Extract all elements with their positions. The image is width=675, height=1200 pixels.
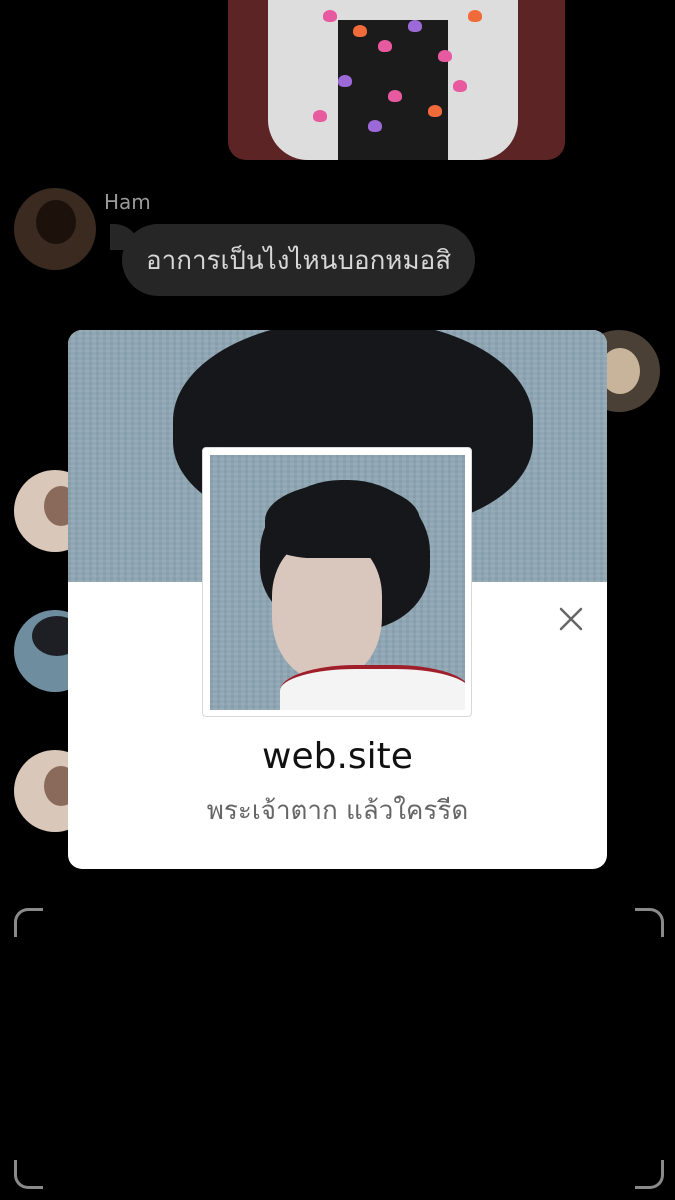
sender-avatar[interactable]: [14, 188, 96, 270]
heart-sticker: [323, 10, 337, 22]
profile-title: web.site: [262, 736, 413, 777]
profile-picture[interactable]: [210, 455, 465, 710]
profile-description: พระเจ้าตาก แล้วใครรีด: [206, 796, 469, 826]
shared-photo[interactable]: [228, 0, 565, 160]
cover-bangs: [208, 350, 478, 460]
close-button[interactable]: [552, 600, 590, 638]
viewfinder-corner: [635, 1160, 664, 1189]
heart-sticker: [453, 80, 467, 92]
heart-sticker: [468, 10, 482, 22]
heart-sticker: [378, 40, 392, 52]
heart-sticker: [428, 105, 442, 117]
heart-sticker: [313, 110, 327, 122]
heart-sticker: [368, 120, 382, 132]
heart-sticker: [353, 25, 367, 37]
heart-sticker: [438, 50, 452, 62]
heart-sticker: [408, 20, 422, 32]
message-bubble[interactable]: อาการเป็นไงไหนบอกหมอสิ: [109, 224, 476, 296]
sender-name: Ham: [104, 190, 151, 214]
close-icon: [559, 607, 583, 631]
heart-sticker: [388, 90, 402, 102]
profile-bangs: [265, 483, 420, 558]
profile-shirt: [280, 665, 465, 710]
profile-picture-frame: [202, 447, 472, 717]
profile-face: [272, 540, 382, 680]
heart-sticker: [338, 75, 352, 87]
viewfinder-corner: [635, 908, 664, 937]
message-text: อาการเป็นไงไหนบอกหมอสิ: [146, 245, 452, 276]
viewfinder-corner: [14, 1160, 43, 1189]
viewfinder-corner: [14, 908, 43, 937]
